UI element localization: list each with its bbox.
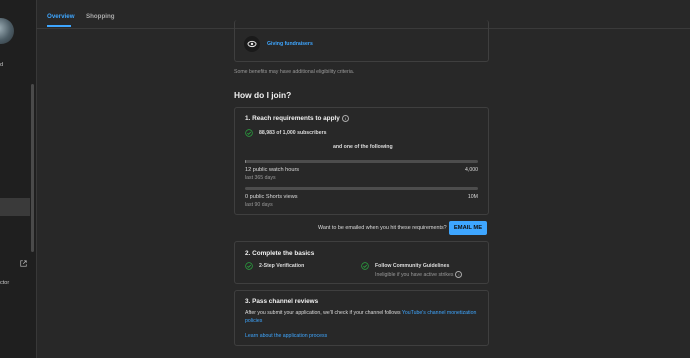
watch-hours-label: 12 public watch hours [245,167,300,173]
two-step-verification: 2-Step Verification [259,263,305,269]
sidebar-text-fragment: d [0,62,4,68]
subscriber-count: 88,983 of 1,000 subscribers [259,130,327,136]
community-guidelines: Follow Community Guidelines [375,263,450,269]
step3-description: After you submit your application, we'll… [245,310,480,325]
tab-shopping[interactable]: Shopping [86,13,115,20]
step1-title-text: 1. Reach requirements to apply [245,115,340,123]
external-link-icon[interactable] [20,260,27,269]
checkmark-icon [245,129,253,137]
watch-hours-progress [245,160,478,163]
community-note-text: Ineligible if you have active strikes [375,271,454,278]
sidebar-scrollbar[interactable] [31,84,34,252]
step3-title: 3. Pass channel reviews [245,298,319,305]
step1-title: 1. Reach requirements to apply i [245,115,349,122]
step2-title: 2. Complete the basics [245,250,315,257]
sidebar-item-active[interactable] [0,198,30,216]
info-icon[interactable]: i [341,115,349,122]
shorts-views-progress [245,187,478,190]
active-tab-indicator [47,25,71,27]
left-sidebar: d ctor [0,0,37,358]
email-prompt: Want to be emailed when you hit these re… [318,225,447,231]
shorts-views-goal: 10M [467,194,478,200]
channel-avatar[interactable] [0,18,14,44]
community-guidelines-note: Ineligible if you have active strikes i [375,271,463,278]
how-to-join-heading: How do I join? [234,90,292,100]
shorts-views-period: last 90 days [245,202,273,208]
requirements-separator: and one of the following [333,144,393,150]
tab-overview[interactable]: Overview [47,13,75,20]
checkmark-icon [361,262,369,270]
info-icon[interactable]: i [455,271,463,278]
checkmark-icon [245,262,253,270]
learn-application-link[interactable]: Learn about the application process [245,333,327,339]
shorts-views-label: 0 public Shorts views [245,194,298,200]
watch-hours-period: last 365 days [245,175,276,181]
sidebar-text-fragment: ctor [0,280,10,286]
watch-hours-goal: 4,000 [465,167,478,173]
step3-card: 3. Pass channel reviews After you submit… [234,290,489,346]
eligibility-note: Some benefits may have additional eligib… [234,69,355,75]
step2-card: 2. Complete the basics 2-Step Verificati… [234,241,489,284]
benefits-card: Giving fundraisers [234,20,489,62]
fundraiser-icon-wrap [244,36,260,52]
email-me-button[interactable]: EMAIL ME [449,221,487,235]
heart-hand-icon [247,40,257,48]
giving-fundraisers-link[interactable]: Giving fundraisers [267,41,313,47]
watch-hours-progress-fill [245,160,246,163]
step3-body-text: After you submit your application, we'll… [245,310,401,316]
step1-card: 1. Reach requirements to apply i 88,983 o… [234,107,489,215]
